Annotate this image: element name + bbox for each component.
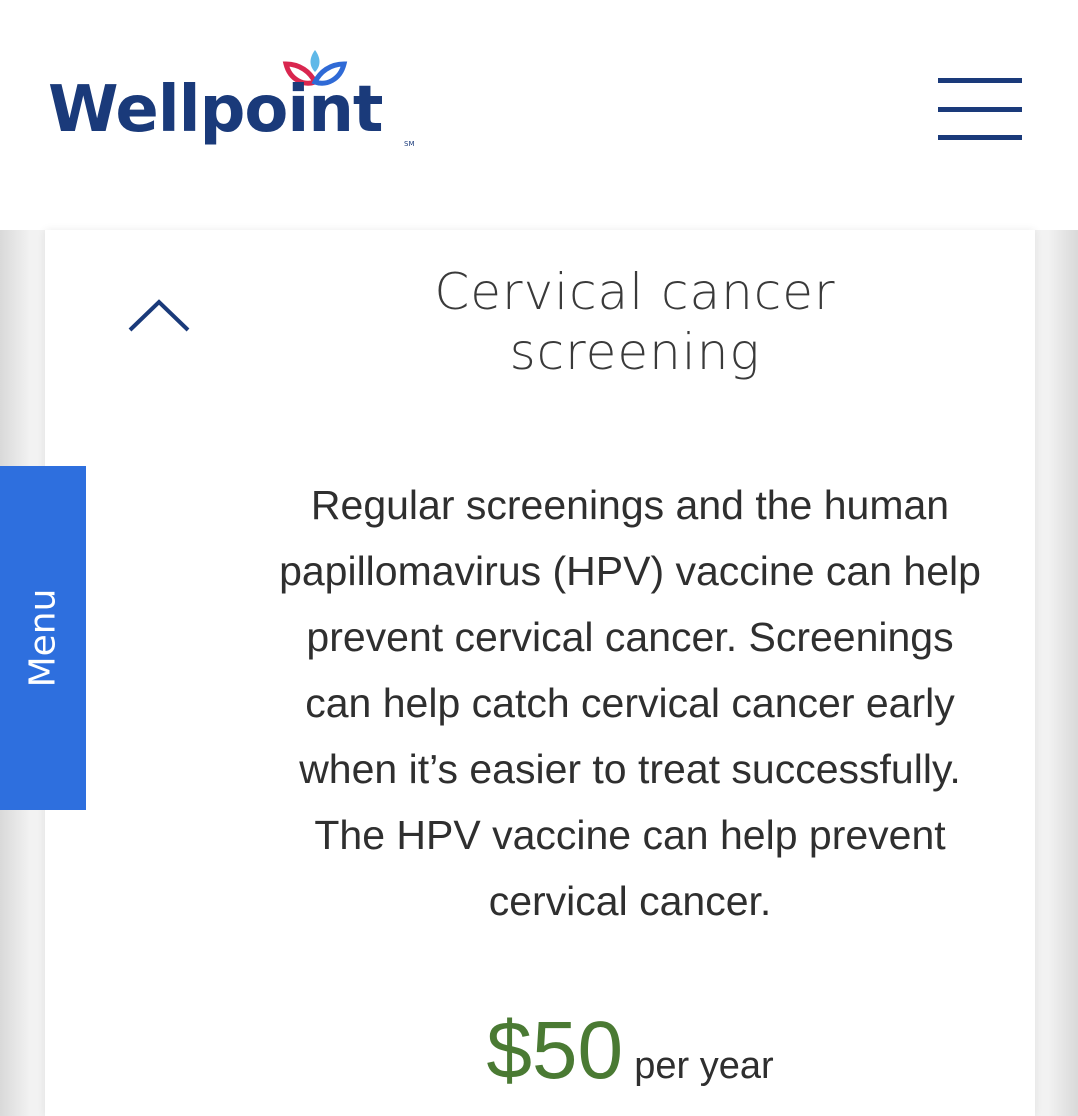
hamburger-line xyxy=(938,107,1022,112)
logo-service-mark: SM xyxy=(404,140,415,148)
price-unit: per year xyxy=(634,1045,774,1087)
card-title: Cervical cancer screening xyxy=(434,263,836,381)
logo-wordmark: Wellpoint xyxy=(48,73,383,147)
hamburger-line xyxy=(938,78,1022,83)
site-header: Wellpoint SM xyxy=(0,0,1078,230)
side-menu-tab[interactable]: Menu xyxy=(0,466,86,810)
chevron-up-icon[interactable] xyxy=(127,290,191,334)
hamburger-icon[interactable] xyxy=(938,78,1022,140)
wellpoint-logo[interactable]: Wellpoint SM xyxy=(48,46,428,166)
card-description: Regular screenings and the human papillo… xyxy=(279,482,981,924)
hamburger-line xyxy=(938,135,1022,140)
side-menu-label: Menu xyxy=(22,588,64,688)
price-amount: $50 xyxy=(486,1005,624,1096)
price: $50 per year xyxy=(270,1010,990,1092)
